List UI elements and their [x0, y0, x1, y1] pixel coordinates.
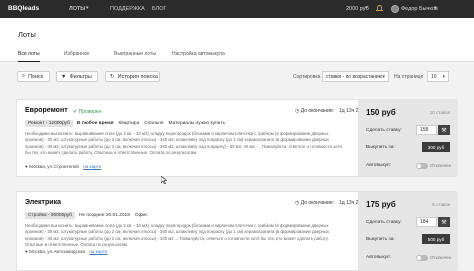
- lot-details: Электрика ◷ До окончания: 1д 13ч 25м Стр…: [17, 192, 365, 270]
- bid-label: Сделать ставку:: [366, 220, 402, 225]
- location-text: Москва, ул.Строителей: [29, 164, 79, 169]
- buyout-button[interactable]: 500 руб: [422, 234, 450, 244]
- lot-description: Необходимо выполнить: выравнивание пола …: [25, 223, 330, 248]
- gavel-icon[interactable]: ⚒: [438, 217, 450, 227]
- nav-lots[interactable]: ЛОТЫ: [69, 6, 85, 12]
- location-pin-icon: ●: [25, 164, 28, 169]
- bell-icon[interactable]: [376, 5, 383, 13]
- logo[interactable]: BBQleads: [8, 5, 39, 12]
- user-name[interactable]: Федор Бычков: [401, 6, 438, 12]
- location-text: Москва, ул.Автозаводская: [29, 249, 86, 254]
- lot-title[interactable]: Электрика: [25, 199, 61, 206]
- chevron-down-icon[interactable]: ▾: [86, 5, 89, 11]
- until-text: До окончания:: [300, 108, 334, 114]
- tab-favorites[interactable]: Избранное: [64, 51, 89, 62]
- filter-icon: ▼: [61, 73, 67, 80]
- bid-count: 10 ставок: [429, 110, 450, 115]
- room-type: Спальня: [144, 121, 164, 126]
- lot-location: ● Москва, ул.Строителей на карте: [25, 164, 101, 169]
- time-remaining-label: ◷ До окончания:: [295, 108, 334, 114]
- bid-input[interactable]: 184: [416, 217, 437, 227]
- avatar[interactable]: [391, 5, 399, 13]
- lot-description: Необходимо выполнить: выравнивание пола …: [25, 131, 342, 156]
- deadline-mode: Не позднее 20.01.2018: [78, 213, 130, 218]
- per-page-select[interactable]: 10 ▾: [427, 71, 449, 82]
- chevron-down-icon: ▾: [382, 74, 385, 80]
- buyout-label: Выкупить за:: [366, 145, 395, 150]
- category-tag: Ремонт - 12000руб: [25, 120, 73, 127]
- lot-title[interactable]: Евроремонт: [25, 107, 68, 114]
- verified-badge: ✔ Проверен: [73, 109, 101, 115]
- search-history-label: История поиска: [117, 73, 158, 80]
- category-tag: Стройка - 30000руб: [25, 212, 75, 219]
- nav-support[interactable]: ПОДДЕРЖКА: [110, 6, 145, 12]
- toolbar: ⌕ Поиск ▼ Фильтры ↻ История поиска Сорти…: [0, 62, 474, 92]
- chevron-down-icon[interactable]: ▾: [365, 5, 368, 11]
- check-circle-icon: ✔: [73, 109, 78, 115]
- bid-panel: 175 руб 5 ставок Сделать ставку: 184 ⚒ В…: [358, 192, 458, 270]
- buyout-label: Выкупить за:: [366, 237, 395, 242]
- tab-won-lots[interactable]: Выигранные лоты: [114, 51, 156, 62]
- time-remaining-label: ◷ До окончания:: [295, 200, 334, 206]
- property-type: Квартира: [118, 121, 140, 126]
- current-price: 175 руб: [366, 200, 396, 209]
- sort-select-value: ставки - по возрастанию: [326, 73, 383, 80]
- filters-button[interactable]: ▼ Фильтры: [56, 71, 98, 82]
- auto-buyout-toggle[interactable]: [416, 255, 428, 261]
- history-icon: ↻: [110, 73, 115, 80]
- lot-details: Евроремонт ✔ Проверен ◷ До окончания: 1д…: [17, 100, 365, 176]
- auto-buyout-state: Отключен: [430, 255, 452, 260]
- search-button[interactable]: ⌕ Поиск: [17, 71, 50, 82]
- clock-icon: ◷: [295, 108, 300, 114]
- per-page-label: На странице: [394, 74, 424, 80]
- lot-card[interactable]: Электрика ◷ До окончания: 1д 13ч 25м Стр…: [16, 191, 458, 271]
- tab-auto-buyout-settings[interactable]: Настройка автовыкупа: [172, 51, 225, 62]
- search-button-label: Поиск: [28, 73, 44, 80]
- deadline-mode: В любое время: [76, 121, 114, 126]
- per-page-value: 10: [431, 73, 437, 80]
- sort-label: Сортировка: [293, 74, 321, 80]
- tab-all-lots[interactable]: Все лоты: [18, 51, 40, 62]
- until-text: До окончания:: [300, 200, 334, 206]
- property-type: Офис: [134, 213, 148, 218]
- search-history-button[interactable]: ↻ История поиска: [105, 71, 160, 82]
- map-link[interactable]: на карте: [83, 164, 101, 169]
- lot-tags: Ремонт - 12000руб В любое время Квартира Сп…: [25, 120, 230, 127]
- chevron-down-icon: ▾: [442, 74, 445, 80]
- bid-label: Сделать ставку:: [366, 128, 402, 133]
- bid-input[interactable]: 158: [416, 125, 437, 135]
- top-navigation-bar: BBQleads ЛОТЫ ▾ ПОДДЕРЖКА БЛОГ 2000 руб …: [0, 0, 474, 18]
- clock-icon: ◷: [295, 200, 300, 206]
- map-link[interactable]: на карте: [89, 249, 107, 254]
- current-price: 150 руб: [366, 108, 396, 117]
- sort-select[interactable]: ставки - по возрастанию ▾: [322, 71, 389, 82]
- chevron-down-icon[interactable]: ▾: [434, 5, 437, 11]
- search-icon: ⌕: [22, 73, 26, 79]
- page-title: Лоты: [18, 30, 36, 39]
- auto-buyout-label: Автовыкуп:: [366, 163, 391, 168]
- lot-tags: Стройка - 30000руб Не позднее 20.01.2018 О…: [25, 212, 153, 219]
- gavel-icon[interactable]: ⚒: [438, 125, 450, 135]
- filters-button-label: Фильтры: [69, 73, 92, 80]
- auto-buyout-state: Отключен: [430, 163, 452, 168]
- lot-location: ● Москва, ул.Автозаводская на карте: [25, 249, 107, 254]
- auto-buyout-label: Автовыкуп:: [366, 255, 391, 260]
- mouse-cursor-icon: [161, 176, 167, 184]
- page-header: Лоты Все лоты Избранное Выигранные лоты …: [0, 18, 474, 62]
- bid-panel: 150 руб 10 ставок Сделать ставку: 158 ⚒ …: [358, 100, 458, 176]
- nav-blog[interactable]: БЛОГ: [152, 6, 166, 12]
- materials-note: Материалы нужно купить: [168, 121, 226, 126]
- verified-label: Проверен: [78, 109, 102, 115]
- buyout-button[interactable]: 300 руб: [422, 142, 450, 152]
- bid-count: 5 ставок: [432, 202, 450, 207]
- auto-buyout-toggle[interactable]: [416, 163, 428, 169]
- lot-card[interactable]: Евроремонт ✔ Проверен ◷ До окончания: 1д…: [16, 99, 458, 177]
- location-pin-icon: ●: [25, 249, 28, 254]
